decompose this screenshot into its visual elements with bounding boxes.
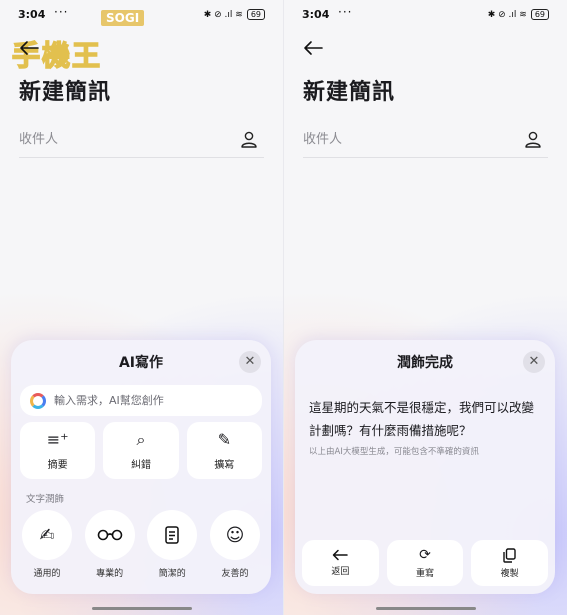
- tool-label: 糾錯: [130, 460, 151, 471]
- edit-expand-icon: ✎: [217, 430, 232, 449]
- tone-label: 專業的: [96, 569, 124, 579]
- tone-general-button[interactable]: ✍ 通用的: [20, 510, 74, 579]
- status-more-dots: ···: [338, 5, 353, 19]
- polish-result-sheet: 潤飾完成 ✕ 這星期的天氣不是很穩定，我們可以改變計劃嗎？有什麼雨備措施呢？ 以…: [295, 340, 555, 594]
- home-indicator[interactable]: [91, 607, 192, 610]
- battery-icon: 69: [530, 9, 549, 20]
- back-arrow-icon[interactable]: [18, 40, 40, 56]
- ai-prompt-input[interactable]: [54, 394, 262, 407]
- polished-result-text: 這星期的天氣不是很穩定，我們可以改變計劃嗎？有什麼雨備措施呢？: [309, 400, 535, 438]
- ai-logo-icon: [30, 392, 46, 409]
- page-title: 新建簡訊: [19, 80, 112, 105]
- sheet-title: AI寫作: [118, 355, 164, 371]
- recipient-input[interactable]: [19, 132, 219, 147]
- sheet-title: 潤飾完成: [397, 355, 453, 371]
- signal-wifi-icons: ✱ ⊘ .ıl ≋: [487, 9, 527, 20]
- signal-wifi-icons: ✱ ⊘ .ıl ≋: [203, 9, 243, 20]
- tone-professional-button[interactable]: 專業的: [83, 510, 137, 579]
- back-button[interactable]: 返回: [302, 540, 379, 586]
- summary-button[interactable]: ≡⁺ 摘要: [20, 422, 96, 479]
- action-label: 重寫: [416, 569, 435, 579]
- contact-person-icon[interactable]: [524, 130, 542, 148]
- status-bar: 3:04 ··· ✱ ⊘ .ıl ≋ 69: [302, 5, 549, 24]
- ai-writing-sheet: AI寫作 ✕ ≡⁺ 摘要 ⌕ 糾錯 ✎ 擴寫 文字潤飾 ✍ 通用的: [11, 340, 271, 594]
- back-arrow-icon[interactable]: [302, 40, 324, 56]
- pen-icon: ✍: [22, 510, 72, 560]
- tone-label: 友善的: [221, 569, 249, 579]
- tone-concise-button[interactable]: 簡潔的: [145, 510, 199, 579]
- action-label: 返回: [331, 567, 350, 577]
- tone-label: 簡潔的: [158, 569, 186, 579]
- watermark-brand: SOGI: [101, 10, 145, 26]
- action-label: 複製: [500, 568, 519, 579]
- recipient-input[interactable]: [303, 132, 503, 147]
- correct-button[interactable]: ⌕ 糾錯: [103, 422, 179, 479]
- system-icons: ✱ ⊘ .ıl ≋ 69: [488, 9, 549, 20]
- recipient-row: [303, 122, 548, 158]
- ai-disclaimer: 以上由AI大模型生成，可能包含不準確的資訊: [309, 447, 479, 457]
- rewrite-button[interactable]: ⟳ 重寫: [386, 540, 464, 586]
- close-icon[interactable]: ✕: [239, 351, 261, 373]
- recipient-row: [19, 122, 264, 158]
- tool-label: 摘要: [47, 460, 68, 471]
- home-indicator[interactable]: [375, 607, 476, 610]
- search-correct-icon: ⌕: [136, 430, 146, 449]
- contact-person-icon[interactable]: [240, 130, 258, 148]
- close-icon[interactable]: ✕: [523, 351, 545, 373]
- page-title: 新建簡訊: [303, 80, 396, 105]
- result-action-buttons: 返回 ⟳ 重寫 複製: [302, 540, 549, 586]
- copy-icon: [503, 547, 516, 563]
- battery-icon: 69: [246, 9, 265, 20]
- summary-icon: ≡⁺: [46, 430, 69, 449]
- arrow-left-icon: [333, 549, 349, 561]
- copy-button[interactable]: 複製: [471, 540, 549, 586]
- phone-screen-polish-complete: 3:04 ··· ✱ ⊘ .ıl ≋ 69 新建簡訊 潤飾完成 ✕ 這星期的天氣…: [284, 0, 567, 615]
- document-icon: [147, 510, 198, 560]
- section-label-polish: 文字潤飾: [26, 494, 65, 505]
- phone-screen-ai-writing: 3:04 ··· ✱ ⊘ .ıl ≋ 69 SOGI 手機王 新建簡訊 AI寫作…: [0, 0, 283, 615]
- refresh-icon: ⟳: [419, 547, 431, 563]
- status-time: 3:04: [302, 8, 330, 21]
- tone-label: 通用的: [33, 569, 61, 579]
- glasses-icon: [84, 510, 135, 560]
- ai-prompt-field[interactable]: [20, 385, 262, 416]
- system-icons: ✱ ⊘ .ıl ≋ 69: [204, 9, 265, 20]
- tool-buttons: ≡⁺ 摘要 ⌕ 糾錯 ✎ 擴寫: [20, 422, 262, 479]
- smile-icon: ☺: [209, 510, 260, 560]
- tone-friendly-button[interactable]: ☺ 友善的: [208, 510, 262, 579]
- tone-buttons: ✍ 通用的 專業的 簡潔的 ☺ 友善的: [20, 510, 262, 579]
- expand-button[interactable]: ✎ 擴寫: [186, 422, 262, 479]
- tool-label: 擴寫: [214, 460, 235, 471]
